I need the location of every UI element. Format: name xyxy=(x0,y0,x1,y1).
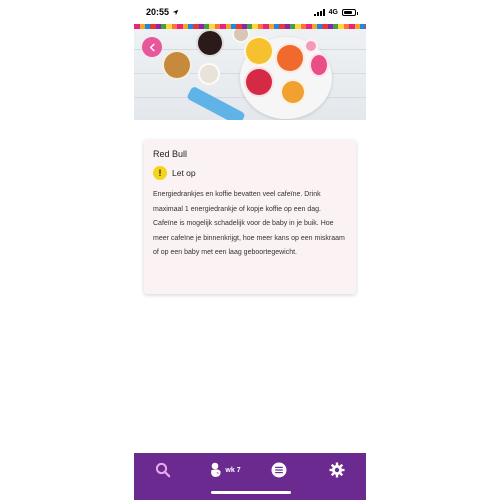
status-bar: 20:55 4G xyxy=(134,0,366,24)
chevron-left-icon xyxy=(149,43,155,51)
battery-icon xyxy=(342,8,358,16)
card-title: Red Bull xyxy=(153,149,188,159)
warning-row: ! Let op xyxy=(153,166,347,180)
home-indicator xyxy=(211,491,291,494)
app-screen: 20:55 4G Red Bull ! Let op Energiedrankj… xyxy=(134,0,366,500)
list-icon xyxy=(271,462,287,478)
warning-label: Let op xyxy=(172,168,196,178)
info-card: Red Bull ! Let op Energiedrankjes en kof… xyxy=(144,140,356,294)
nav-settings-button[interactable] xyxy=(326,459,348,481)
hero-image xyxy=(134,29,366,120)
nav-search-button[interactable] xyxy=(152,459,174,481)
status-time: 20:55 xyxy=(146,7,170,17)
baby-icon xyxy=(211,462,221,477)
nav-week-button[interactable]: wk 7 xyxy=(205,459,245,481)
network-label: 4G xyxy=(328,8,338,16)
card-body: Energiedrankjes en koffie bevatten veel … xyxy=(153,191,345,256)
gear-icon xyxy=(329,462,345,478)
exclamation-icon: ! xyxy=(153,166,167,180)
week-label: wk 7 xyxy=(225,466,241,474)
nav-list-button[interactable] xyxy=(268,459,290,481)
back-button[interactable] xyxy=(142,37,162,57)
location-arrow-icon xyxy=(172,9,179,15)
signal-icon xyxy=(313,8,325,16)
search-icon xyxy=(155,462,171,478)
